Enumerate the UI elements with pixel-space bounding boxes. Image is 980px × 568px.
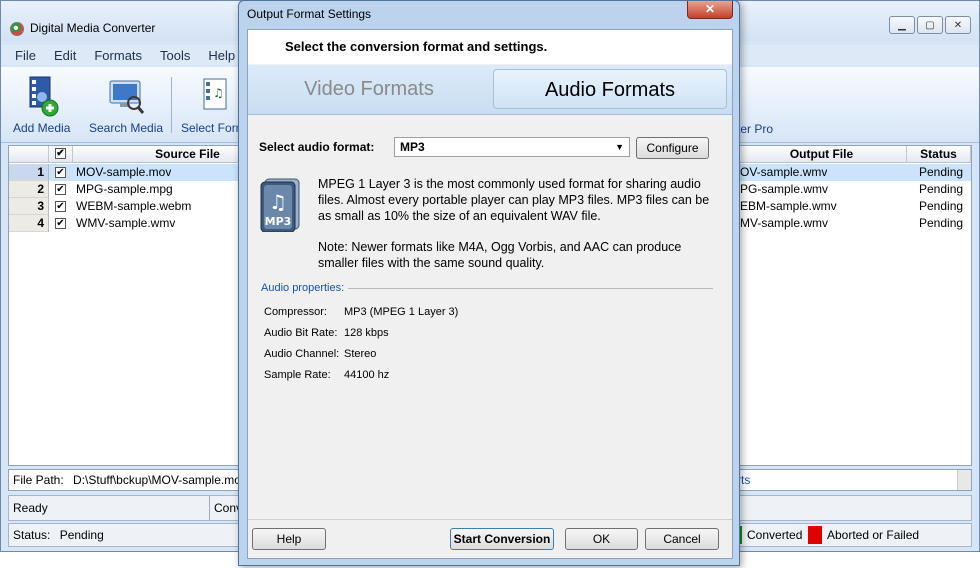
tab-audio-formats[interactable]: Audio Formats <box>493 69 727 109</box>
row-output-file: OV-sample.wmv <box>740 165 828 179</box>
prop-bitrate-key: Audio Bit Rate: <box>264 327 338 339</box>
prop-samplerate-key: Sample Rate: <box>264 369 331 381</box>
row-number: 2 <box>9 181 49 198</box>
status-value: Pending <box>59 528 104 542</box>
add-media-button[interactable]: Add Media <box>13 75 70 135</box>
close-window-button[interactable]: ✕ <box>945 16 971 34</box>
format-tabs: Video Formats Audio Formats <box>248 65 732 115</box>
help-button[interactable]: Help <box>252 528 326 550</box>
audio-format-value: MP3 <box>400 140 425 154</box>
row-number: 4 <box>9 215 49 232</box>
prop-channel-value: Stereo <box>344 348 377 360</box>
column-header-check[interactable]: ✔ <box>49 146 73 163</box>
aborted-swatch <box>808 526 822 544</box>
menu-help[interactable]: Help <box>208 48 235 63</box>
dialog-footer-divider <box>248 519 732 520</box>
search-media-icon <box>106 75 146 117</box>
properties-divider <box>348 288 713 289</box>
row-source-file: WEBM-sample.webm <box>76 199 192 213</box>
toolbar-separator <box>171 77 172 133</box>
dialog-body: Select the conversion format and setting… <box>247 29 733 559</box>
format-note: Note: Newer formats like M4A, Ogg Vorbis… <box>318 240 682 270</box>
dialog-title: Output Format Settings <box>247 7 372 21</box>
prop-compressor-key: Compressor: <box>264 306 327 318</box>
prop-bitrate-value: 128 kbps <box>344 327 389 339</box>
ok-button[interactable]: OK <box>565 528 638 550</box>
add-media-label: Add Media <box>13 121 71 135</box>
select-all-checkbox[interactable]: ✔ <box>55 148 66 159</box>
row-output-file: EBM-sample.wmv <box>740 199 837 213</box>
search-media-label: Search Media <box>89 121 164 135</box>
row-source-file: MOV-sample.mov <box>76 165 172 179</box>
menu-formats[interactable]: Formats <box>94 48 142 63</box>
row-source-file: MPG-sample.mpg <box>76 182 173 196</box>
row-checkbox[interactable]: ✔ <box>55 184 66 195</box>
add-media-icon <box>22 75 62 117</box>
status-label: Status: <box>13 528 51 542</box>
row-status: Pending <box>919 199 964 213</box>
row-checkbox[interactable]: ✔ <box>55 167 66 178</box>
toolbar-app-label: ter Pro <box>737 122 774 136</box>
menu-tools[interactable]: Tools <box>160 48 190 63</box>
menu-edit[interactable]: Edit <box>54 48 76 63</box>
dropdown-arrow-icon: ▼ <box>615 142 624 152</box>
tab-video-formats[interactable]: Video Formats <box>248 69 490 109</box>
legend-aborted: Aborted or Failed <box>808 526 919 544</box>
row-source-file: WMV-sample.wmv <box>76 216 176 230</box>
column-header-output[interactable]: Output File <box>737 146 907 163</box>
column-header-number <box>9 146 49 163</box>
minimize-button[interactable]: ▁ <box>889 16 915 34</box>
mp3-icon-label: MP3 <box>265 215 292 228</box>
row-status: Pending <box>919 165 964 179</box>
start-conversion-button[interactable]: Start Conversion <box>450 528 554 550</box>
svg-text:♫: ♫ <box>269 190 287 214</box>
output-format-dialog: Output Format Settings ✕ Select the conv… <box>238 0 740 566</box>
window-title: Digital Media Converter <box>30 21 156 35</box>
prop-samplerate-value: 44100 hz <box>344 369 390 381</box>
audio-properties-heading: Audio properties: <box>261 282 345 294</box>
format-description: MPEG 1 Layer 3 is the most commonly used… <box>318 177 710 223</box>
audio-format-label: Select audio format: <box>259 140 375 154</box>
dialog-close-button[interactable]: ✕ <box>687 1 733 19</box>
row-output-file: MV-sample.wmv <box>740 216 829 230</box>
audio-format-select[interactable]: MP3 ▼ <box>394 137 630 157</box>
column-header-status[interactable]: Status <box>907 146 971 163</box>
svg-text:♫: ♫ <box>213 86 224 100</box>
row-number: 1 <box>9 164 49 181</box>
file-path-label: File Path: <box>13 473 64 487</box>
row-checkbox[interactable]: ✔ <box>55 201 66 212</box>
legend-converted: Converted <box>736 526 802 544</box>
menu-file[interactable]: File <box>15 48 36 63</box>
app-logo-icon <box>10 22 24 36</box>
cancel-button[interactable]: Cancel <box>645 528 719 550</box>
prop-channel-key: Audio Channel: <box>264 348 340 360</box>
path-scrollbar[interactable] <box>957 470 971 490</box>
maximize-button[interactable]: ▢ <box>917 16 943 34</box>
configure-button[interactable]: Configure <box>636 137 709 159</box>
select-format-icon: ♫ <box>198 75 238 117</box>
mp3-file-icon: ♫ MP3 <box>259 178 301 233</box>
dialog-header: Select the conversion format and setting… <box>248 30 732 64</box>
row-output-file: PG-sample.wmv <box>740 182 829 196</box>
prop-compressor-value: MP3 (MPEG 1 Layer 3) <box>344 306 459 318</box>
row-checkbox[interactable]: ✔ <box>55 218 66 229</box>
row-status: Pending <box>919 216 964 230</box>
ready-text: Ready <box>13 501 48 515</box>
row-number: 3 <box>9 198 49 215</box>
file-path-value: D:\Stuff\bckup\MOV-sample.mo <box>73 473 241 487</box>
row-status: Pending <box>919 182 964 196</box>
search-media-button[interactable]: Search Media <box>89 75 163 135</box>
window-controls: ▁ ▢ ✕ <box>887 16 971 34</box>
